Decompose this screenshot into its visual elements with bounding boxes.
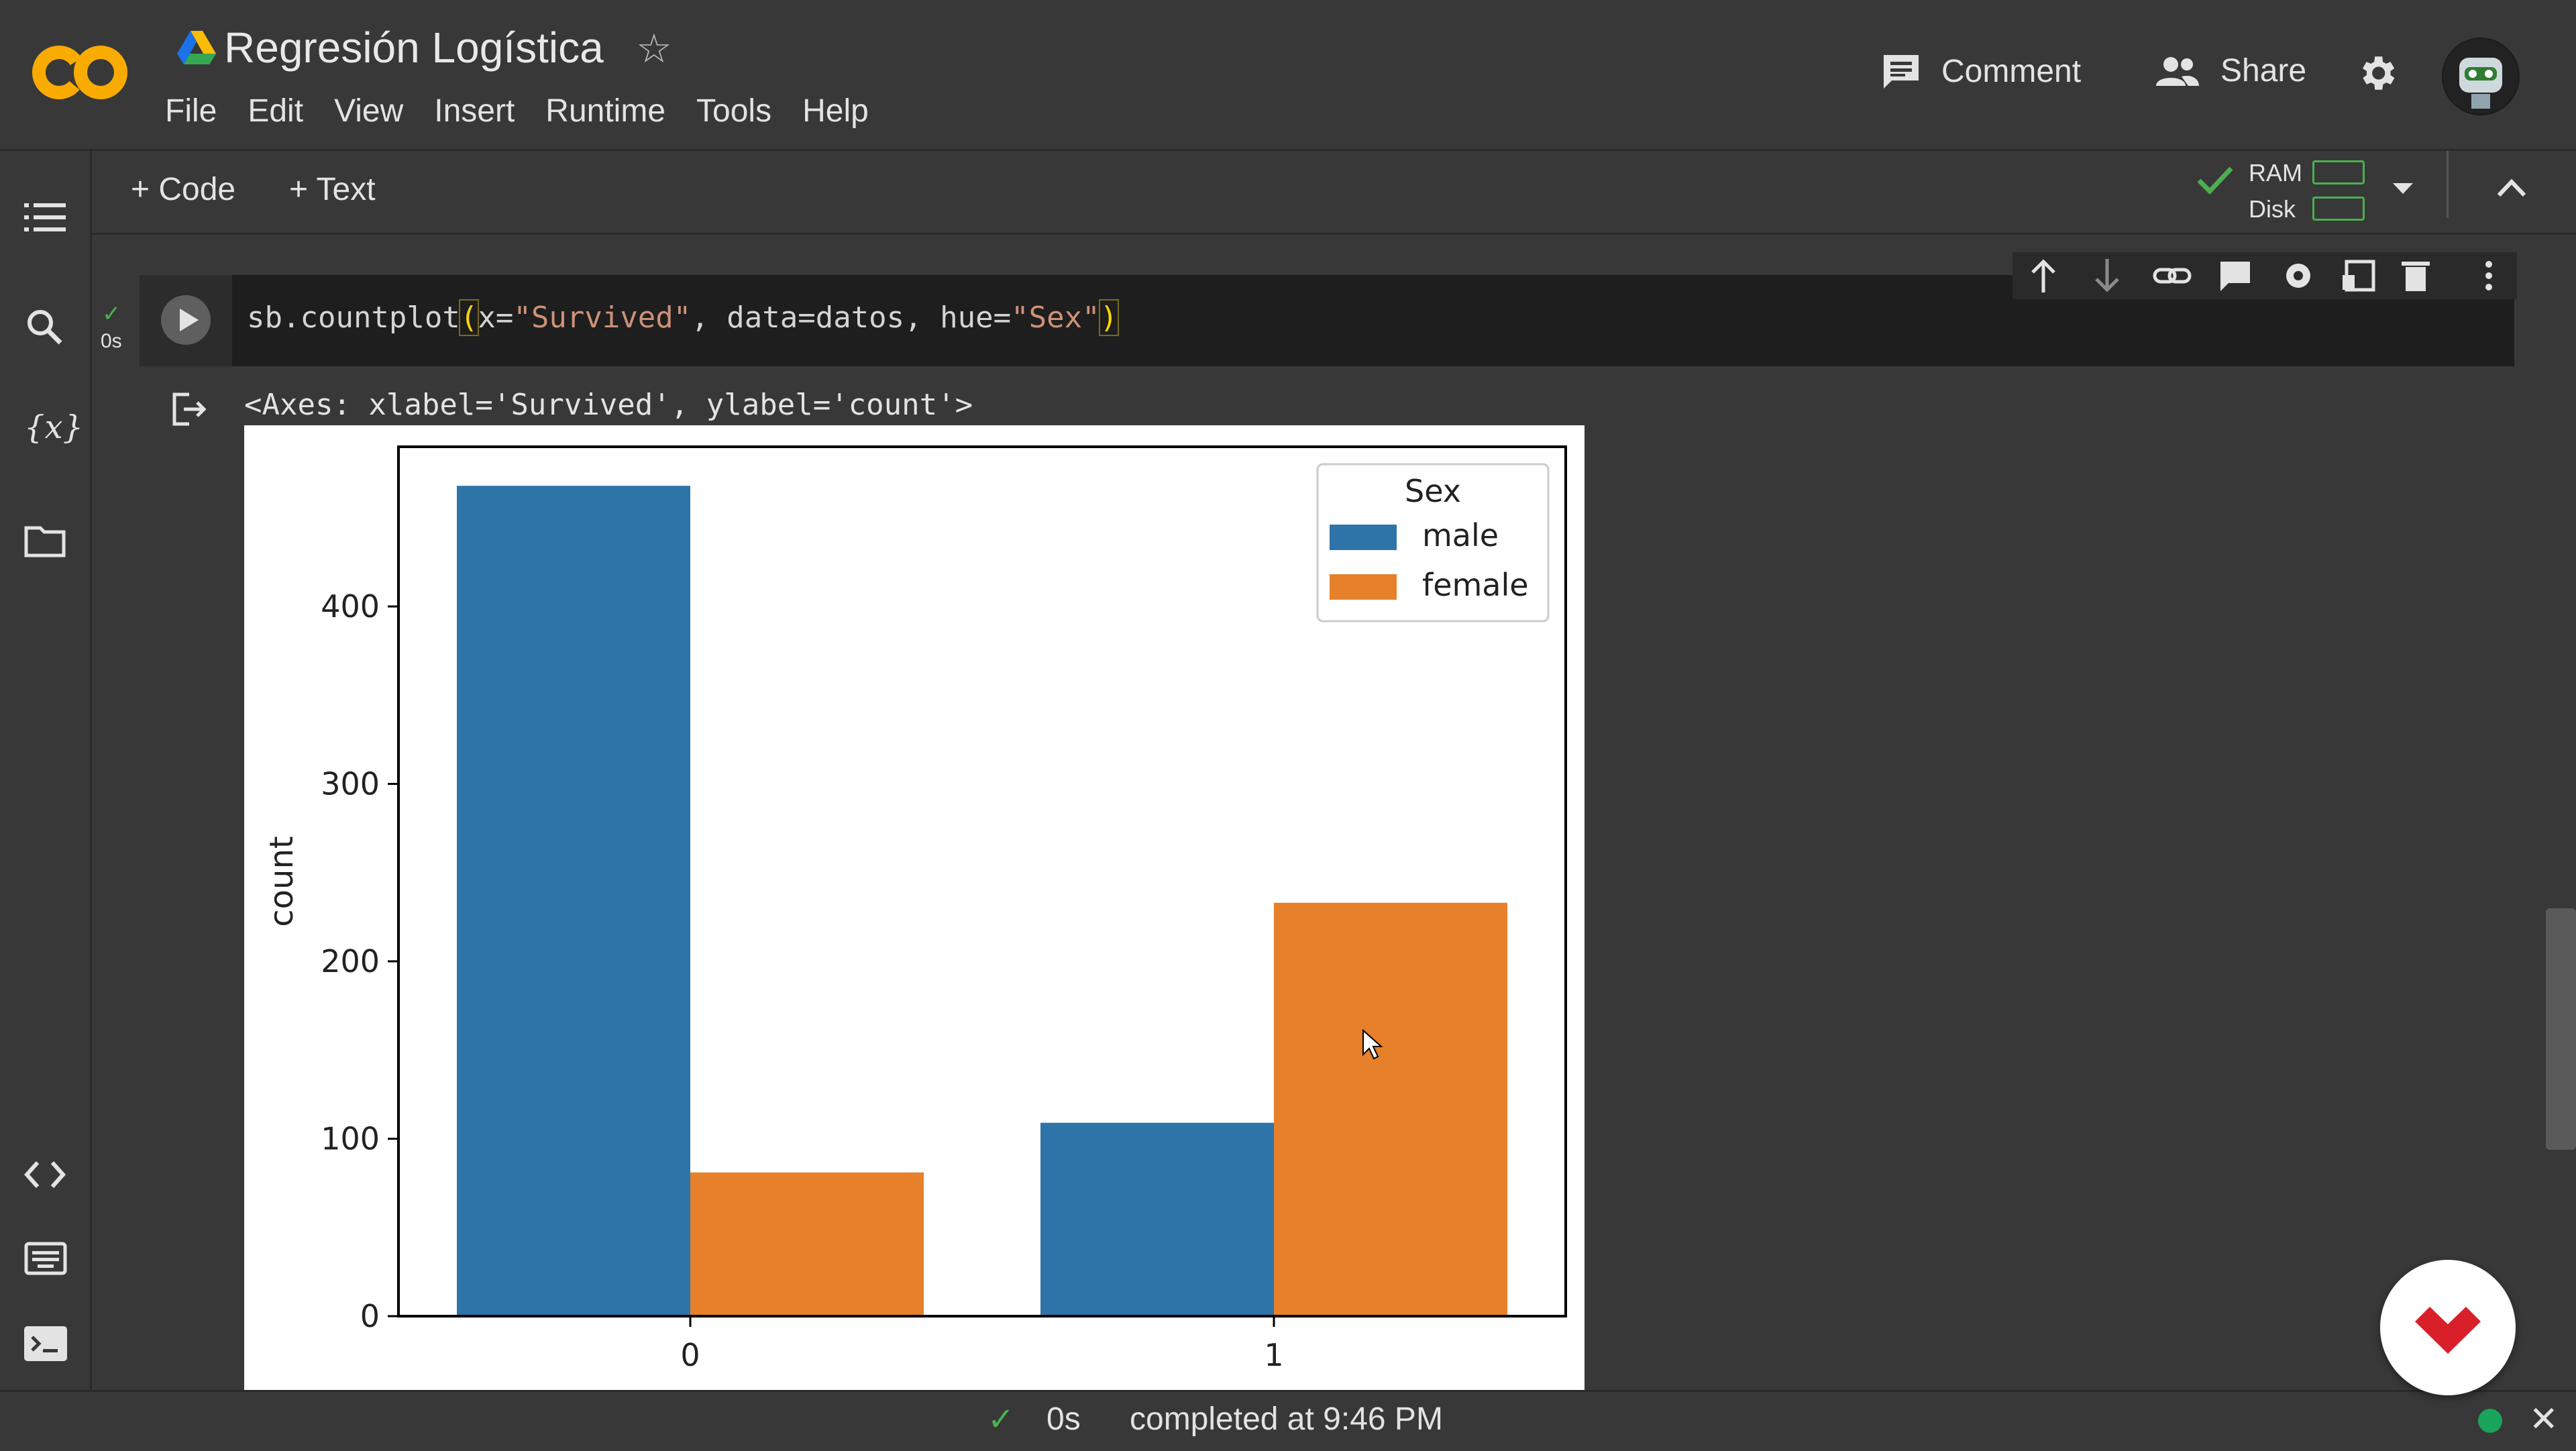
avatar[interactable] (2442, 38, 2520, 115)
star-icon[interactable]: ☆ (636, 25, 672, 72)
menu-tools[interactable]: Tools (696, 93, 771, 129)
comment-label: Comment (1941, 53, 2082, 89)
legend-label-female: female (1422, 567, 1529, 603)
output-actions-icon[interactable] (170, 390, 208, 428)
y-tick-label: 400 (321, 588, 380, 625)
comment-icon (1881, 52, 1921, 90)
add-text-button[interactable]: + Text (289, 171, 376, 208)
search-icon[interactable] (24, 307, 64, 347)
legend-swatch-female (1330, 574, 1397, 600)
terminal-icon[interactable] (24, 1326, 67, 1361)
legend-label-male: male (1422, 517, 1499, 553)
y-tick-label: 0 (360, 1298, 380, 1334)
mirror-cell-icon[interactable] (2343, 260, 2375, 292)
y-axis-label: count (263, 836, 301, 926)
disk-label: Disk (2249, 195, 2296, 223)
y-tick-label: 200 (321, 943, 380, 979)
drive-icon (177, 31, 216, 64)
bar-female-0 (690, 1172, 924, 1316)
cell-settings-gear-icon[interactable] (2286, 264, 2310, 288)
bar-female-1 (1274, 902, 1507, 1316)
code-fn: sb.countplot (247, 301, 460, 335)
toolbar-divider (2447, 151, 2449, 218)
code-paren-close: ) (1098, 299, 1120, 336)
exec-check-icon: ✓ (102, 301, 121, 327)
menu-bar: File Edit View Insert Runtime Tools Help (165, 93, 900, 129)
menu-insert[interactable]: Insert (434, 93, 515, 129)
people-icon (2155, 55, 2200, 87)
plot-image: 0 100 200 300 400 0 1 count Sex male female (244, 425, 1585, 1390)
share-label: Share (2220, 53, 2307, 89)
code-arg2: , data=datos, hue= (691, 301, 1012, 335)
code-editor[interactable]: sb.countplot(x="Survived", data=datos, h… (247, 299, 1120, 336)
bar-male-0 (457, 486, 690, 1316)
scrollbar[interactable] (2546, 908, 2576, 1150)
status-check-icon: ✓ (987, 1402, 1015, 1438)
code-arg1-value: "Survived" (513, 301, 692, 335)
menu-file[interactable]: File (165, 93, 217, 129)
legend-swatch-male (1330, 525, 1397, 550)
resources-dropdown-icon[interactable] (2392, 182, 2414, 195)
variables-icon[interactable]: {x} (24, 409, 83, 446)
notebook-title[interactable]: Regresión Logística (224, 23, 604, 72)
left-sidebar: {x} (0, 151, 92, 1390)
menu-view[interactable]: View (334, 93, 403, 129)
countplot-chart: 0 100 200 300 400 0 1 count Sex male female (263, 445, 1567, 1373)
y-tick-label: 100 (321, 1121, 380, 1157)
exec-time: 0s (101, 330, 122, 352)
folder-icon[interactable] (24, 524, 66, 557)
move-down-icon[interactable] (2095, 259, 2119, 292)
add-code-button[interactable]: + Code (131, 171, 235, 208)
heart-logo-icon (2415, 1307, 2481, 1354)
connected-check-icon[interactable] (2195, 159, 2235, 199)
menu-runtime[interactable]: Runtime (545, 93, 665, 129)
share-button[interactable]: Share (2155, 52, 2306, 89)
ram-label: RAM (2249, 159, 2302, 186)
close-icon[interactable]: ✕ (2529, 1399, 2559, 1440)
status-text: completed at 9:46 PM (1130, 1401, 1443, 1437)
menu-help[interactable]: Help (802, 93, 869, 129)
menu-edit[interactable]: Edit (248, 93, 303, 129)
comment-icon[interactable] (2220, 262, 2250, 291)
settings-gear-icon[interactable] (2355, 51, 2399, 95)
collapse-chevron-up-icon[interactable] (2496, 178, 2527, 198)
bar-male-1 (1040, 1122, 1274, 1316)
floating-action-button[interactable] (2380, 1260, 2516, 1395)
notebook-toolbar: + Code + Text RAM Disk (92, 151, 2576, 235)
y-tick-label: 300 (321, 766, 380, 802)
legend-title: Sex (1405, 473, 1461, 509)
output-repr: <Axes: xlabel='Survived', ylabel='count'… (244, 388, 973, 422)
link-icon[interactable] (2153, 268, 2192, 284)
code-paren-open: ( (458, 299, 480, 336)
code-arg3-value: "Sex" (1011, 301, 1100, 335)
table-of-contents-icon[interactable] (24, 201, 67, 234)
code-arg1: x= (478, 301, 514, 335)
command-palette-icon[interactable] (24, 1242, 67, 1275)
colab-logo[interactable] (32, 35, 129, 110)
cell-toolbar (2012, 252, 2517, 299)
disk-meter (2312, 197, 2365, 221)
run-cell-button[interactable] (161, 295, 211, 345)
move-up-icon[interactable] (2031, 259, 2055, 292)
status-exec-time: 0s (1046, 1401, 1081, 1437)
comment-button[interactable]: Comment (1881, 52, 2081, 90)
delete-trash-icon[interactable] (2402, 262, 2430, 291)
code-snippets-icon[interactable] (24, 1160, 66, 1189)
x-tick-label: 1 (1264, 1337, 1283, 1373)
connection-status-dot (2478, 1409, 2502, 1433)
ram-meter (2312, 160, 2365, 184)
more-options-icon[interactable] (2485, 261, 2492, 290)
x-tick-label: 0 (680, 1337, 700, 1373)
